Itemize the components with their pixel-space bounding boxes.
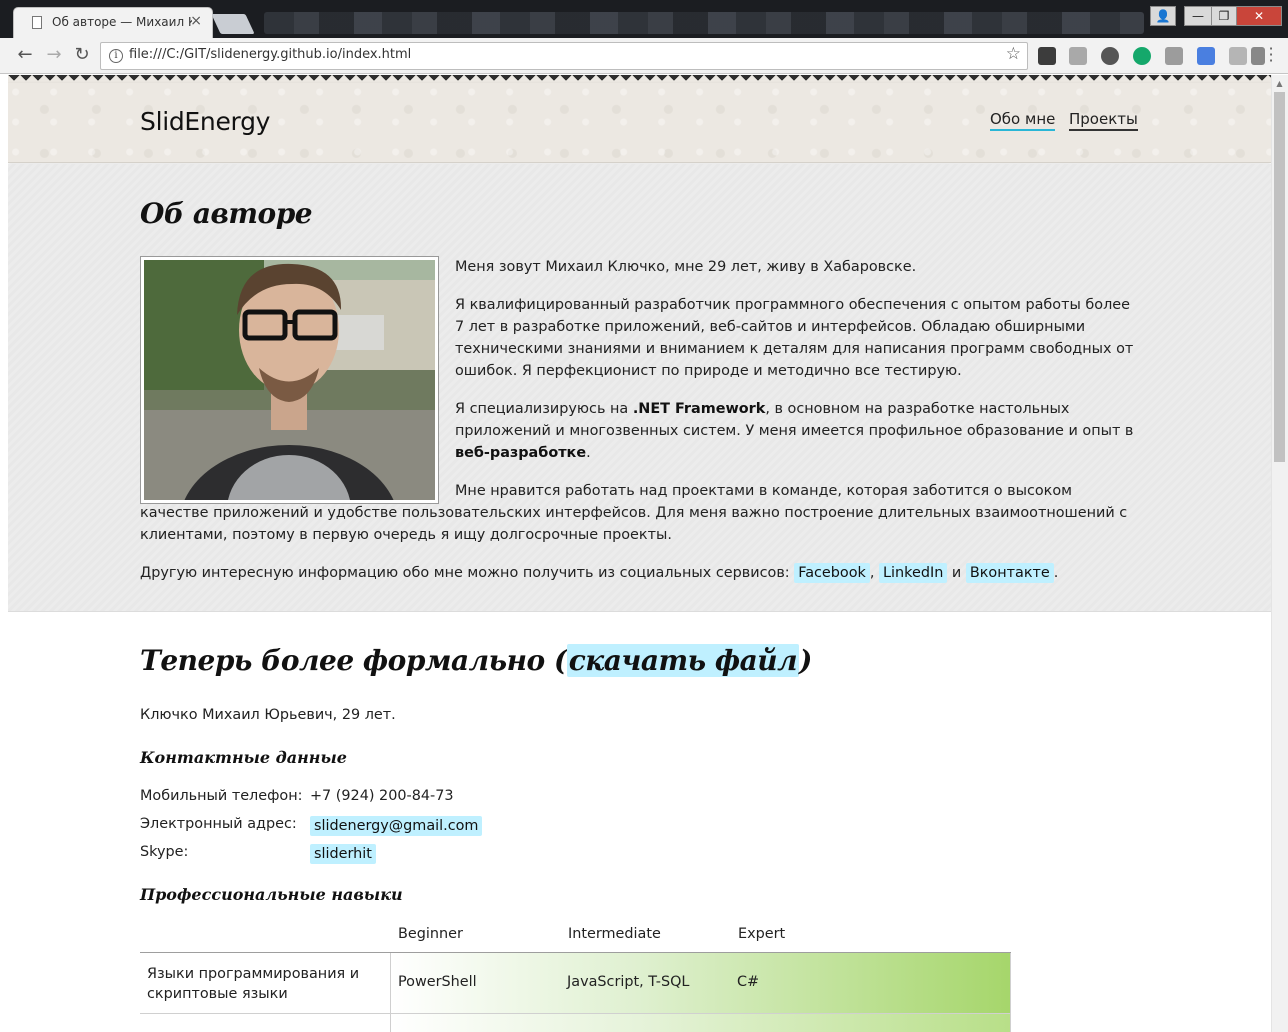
about-paragraph-2: Я квалифицированный разработчик программ… — [455, 297, 1134, 379]
back-arrow-icon[interactable]: ← — [15, 45, 35, 65]
skills-header-intermediate: Intermediate — [568, 926, 661, 942]
browser-tab-active[interactable]: Об авторе — Михаил Ключко × — [13, 7, 213, 38]
full-name-age: Ключко Михаил Юрьевич, 29 лет. — [140, 707, 396, 723]
forward-arrow-icon[interactable]: → — [44, 45, 64, 65]
header-zigzag-border — [8, 75, 1271, 83]
u-icon[interactable] — [1165, 47, 1183, 65]
page-viewport: SlidEnergy Обо мне Проекты Об авторе Мен… — [8, 75, 1271, 1032]
download-file-link[interactable]: скачать файл — [566, 644, 800, 677]
scroll-up-arrow-icon[interactable]: ▲ — [1274, 78, 1285, 89]
menu-dots-icon[interactable]: · · · — [1268, 41, 1274, 69]
contact-label: Электронный адрес: — [140, 816, 297, 832]
new-tab-button[interactable] — [211, 14, 255, 34]
social-sep-1: , — [869, 565, 880, 581]
about-text: Меня зовут Михаил Ключко, мне 29 лет, жи… — [140, 256, 1140, 600]
about-section: Об авторе Меня зовут Михаил Ключко, мне … — [8, 164, 1271, 612]
skills-row: Языки программирования и скриптовые язык… — [140, 953, 1011, 1013]
social-sep-2: и — [947, 565, 966, 581]
formal-title-text: Теперь более формально — [140, 644, 545, 677]
social-end: . — [1053, 565, 1059, 581]
browser-titlebar: Об авторе — Михаил Ключко × 👤 — ❐ ✕ — [0, 0, 1288, 38]
site-header: SlidEnergy Обо мне Проекты — [8, 83, 1271, 163]
mail-icon[interactable] — [1251, 47, 1265, 65]
profile-button[interactable]: 👤 — [1150, 6, 1176, 26]
linkedin-link[interactable]: LinkedIn — [879, 563, 948, 583]
sync-icon[interactable] — [1101, 47, 1119, 65]
vkontakte-link[interactable]: Вконтакте — [965, 563, 1054, 583]
about-social: Другую интересную информацию обо мне мож… — [140, 562, 1140, 584]
address-bar[interactable]: i file:///C:/GIT/slidenergy.github.io/in… — [100, 42, 1028, 70]
contacts-title: Контактные данные — [140, 748, 347, 767]
skills-gradient-bar — [390, 1014, 1011, 1032]
browser-toolbar: ← → ↻ i file:///C:/GIT/slidenergy.github… — [0, 38, 1288, 74]
bookmark-star-icon[interactable]: ☆ — [1006, 44, 1021, 64]
formal-paren-open: ( — [544, 644, 567, 677]
nav-about[interactable]: Обо мне — [990, 110, 1056, 131]
about-paragraph-4: Мне нравится работать над проектами в ко… — [140, 483, 1128, 543]
skills-beginner-cell: PowerShell — [398, 974, 477, 990]
url-text[interactable]: file:///C:/GIT/slidenergy.github.io/inde… — [129, 47, 411, 62]
about-paragraph-1: Меня зовут Михаил Ключко, мне 29 лет, жи… — [455, 259, 917, 275]
skills-header-beginner: Beginner — [398, 926, 463, 942]
skills-row-partial — [140, 1013, 1011, 1032]
contact-label: Skype: — [140, 844, 189, 860]
nav-projects[interactable]: Проекты — [1069, 110, 1138, 131]
contact-label: Мобильный телефон: — [140, 788, 303, 804]
site-brand[interactable]: SlidEnergy — [140, 107, 270, 136]
minimize-button[interactable]: — — [1184, 6, 1212, 26]
grammarly-icon[interactable] — [1133, 47, 1151, 65]
dropbox-icon[interactable] — [1069, 47, 1087, 65]
info-icon[interactable]: i — [109, 49, 123, 63]
skills-category: Языки программирования и скриптовые язык… — [147, 966, 360, 1002]
reload-icon[interactable]: ↻ — [72, 45, 92, 65]
tab-title: Об авторе — Михаил Ключко — [52, 15, 192, 29]
email-link[interactable]: slidenergy@gmail.com — [310, 816, 483, 836]
skills-title: Профессиональные навыки — [140, 885, 403, 904]
phone-value: +7 (924) 200-84-73 — [310, 788, 454, 804]
formal-title: Теперь более формально (скачать файл) — [140, 644, 812, 677]
scrollbar-thumb[interactable] — [1274, 92, 1285, 462]
p3-bold-net: .NET Framework — [632, 401, 766, 417]
skills-header-expert: Expert — [738, 926, 786, 942]
p3-text-end: . — [586, 445, 591, 461]
page-favicon-icon — [32, 16, 42, 29]
translate-icon[interactable] — [1197, 47, 1215, 65]
close-window-button[interactable]: ✕ — [1236, 6, 1282, 26]
about-title: Об авторе — [140, 197, 313, 230]
facebook-link[interactable]: Facebook — [794, 563, 870, 583]
skills-intermediate-cell: JavaScript, T-SQL — [567, 974, 690, 990]
evernote-icon[interactable] — [1038, 47, 1056, 65]
restore-button[interactable]: ❐ — [1211, 6, 1237, 26]
skills-expert-cell: C# — [737, 974, 760, 990]
about-paragraph-3: Я специализируюсь на .NET Framework, в о… — [140, 398, 1140, 464]
tab-close-icon[interactable]: × — [190, 13, 202, 29]
skype-link[interactable]: sliderhit — [310, 844, 376, 864]
p3-text-start: Я специализируюсь на — [455, 401, 633, 417]
formal-section: Теперь более формально (скачать файл) Кл… — [8, 612, 1271, 1032]
social-intro: Другую интересную информацию обо мне мож… — [140, 565, 795, 581]
bookmark-strip — [264, 12, 1144, 34]
skills-gradient-bar — [390, 953, 1011, 1013]
pdf-icon[interactable] — [1229, 47, 1247, 65]
formal-paren-close: ) — [799, 644, 812, 677]
p3-bold-web: веб-разработке — [455, 445, 587, 461]
